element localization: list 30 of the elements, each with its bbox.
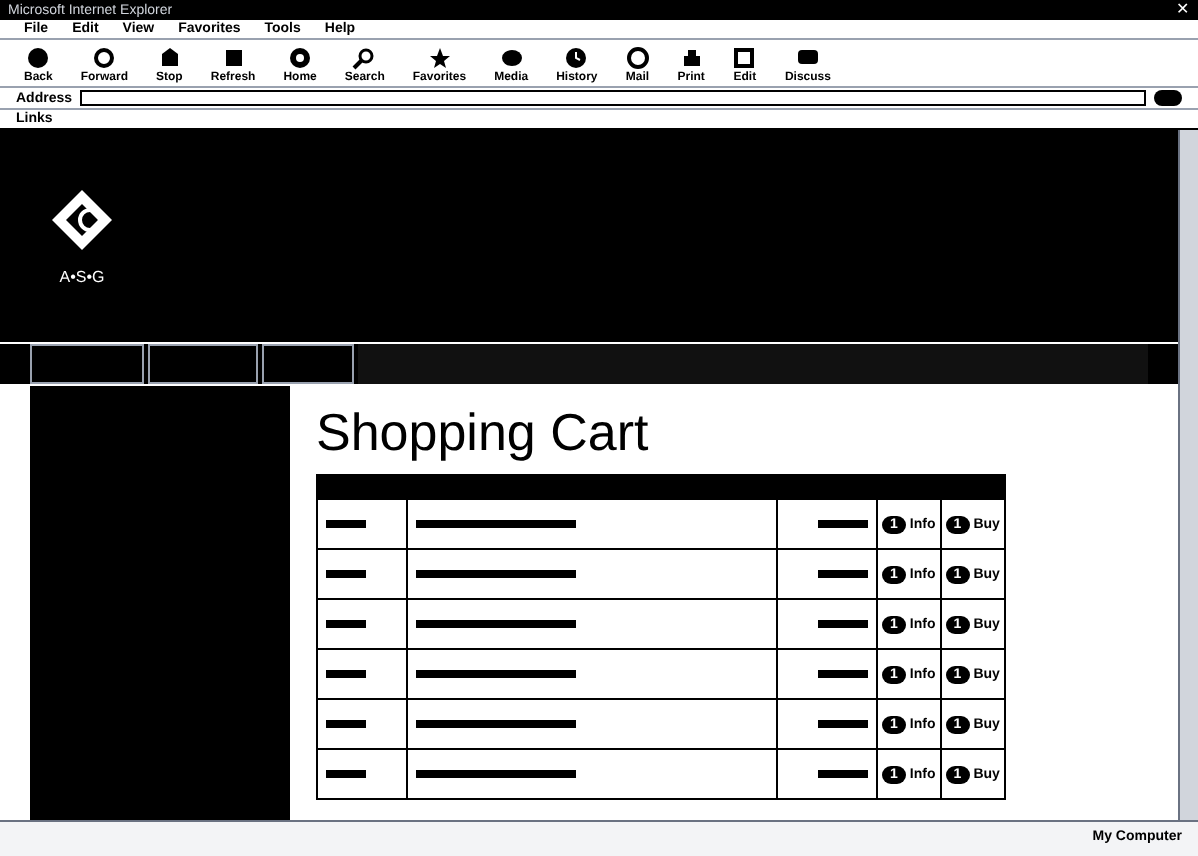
- house-icon: [157, 46, 182, 70]
- printer-icon: [679, 46, 704, 70]
- illegible-text: [326, 619, 366, 628]
- back-icon: [26, 46, 51, 70]
- clock-icon: [564, 46, 589, 70]
- star-icon: [427, 46, 452, 70]
- close-button[interactable]: ✕: [1176, 2, 1190, 18]
- illegible-text: [818, 619, 868, 628]
- page-heading: Shopping Cart: [316, 406, 651, 458]
- illegible-text: [818, 769, 868, 778]
- illegible-text: [326, 569, 366, 578]
- nav-tab[interactable]: [148, 344, 258, 384]
- nav-tab[interactable]: [262, 344, 354, 384]
- logo-text: A•S•G: [59, 270, 105, 286]
- illegible-text: [818, 519, 868, 528]
- illegible-text: [818, 569, 868, 578]
- illegible-text: [818, 719, 868, 728]
- illegible-text: [326, 669, 366, 678]
- logo-icon: [48, 186, 116, 254]
- go-button[interactable]: [1154, 90, 1182, 106]
- forward-icon: [92, 46, 117, 70]
- illegible-text: [326, 519, 366, 528]
- nav-tab[interactable]: [30, 344, 144, 384]
- address-field[interactable]: [80, 90, 1146, 106]
- illegible-text: [818, 669, 868, 678]
- scrollbar[interactable]: [1178, 130, 1198, 820]
- illegible-text: [326, 719, 366, 728]
- search-icon: [352, 46, 377, 70]
- illegible-text: [326, 769, 366, 778]
- edit-icon: [732, 46, 757, 70]
